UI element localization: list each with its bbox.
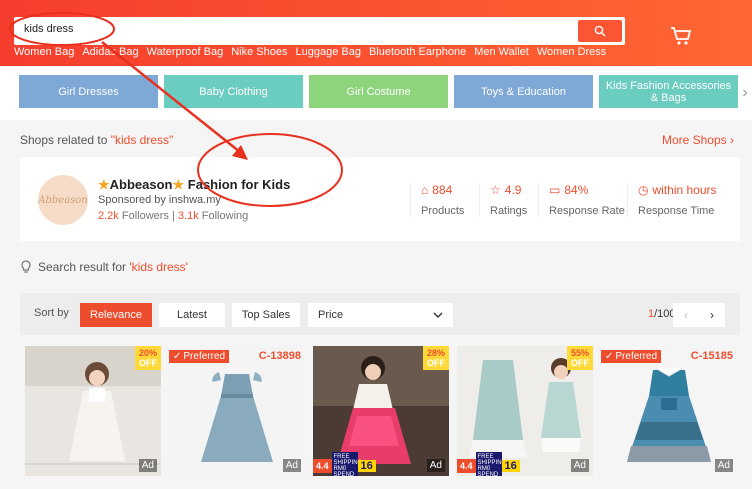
- product-card[interactable]: 55% OFF 4.4 FREE SHIPPING RM0 SPEND 16 Ad: [457, 346, 593, 476]
- product-card[interactable]: 28% OFF 4.4 FREE SHIPPING RM0 SPEND 16 Ad: [313, 346, 449, 476]
- preferred-badge: ✓ Preferred: [601, 350, 662, 363]
- product-image: [601, 346, 737, 476]
- stat-response-rate: ▭ 84% Response Rate: [538, 183, 625, 217]
- check-icon: ✓: [605, 351, 614, 362]
- hint-link[interactable]: Bluetooth Earphone: [369, 46, 466, 58]
- sort-bar: Sort by Relevance Latest Top Sales Price…: [20, 293, 740, 335]
- hint-link[interactable]: Nike Shoes: [231, 46, 287, 58]
- sort-latest-button[interactable]: Latest: [159, 303, 225, 327]
- clock-icon: ◷: [638, 183, 649, 197]
- shop-card[interactable]: Abbeason ★Abbeason★ Fashion for Kids Spo…: [20, 157, 740, 241]
- hint-link[interactable]: Women Bag: [14, 46, 74, 58]
- shop-name[interactable]: ★Abbeason★ Fashion for Kids: [98, 177, 290, 193]
- chevron-down-icon: [433, 312, 443, 318]
- sort-label: Sort by: [34, 307, 69, 319]
- star-icon: ★: [98, 177, 110, 192]
- product-card[interactable]: ✓ Preferred C-13898 Ad: [169, 346, 305, 476]
- ad-label: Ad: [426, 459, 445, 472]
- hint-link[interactable]: Luggage Bag: [296, 46, 361, 58]
- sponsored-text: Sponsored by inshwa.my: [98, 194, 221, 206]
- check-icon: ✓: [173, 351, 182, 362]
- chevron-right-icon: ›: [742, 84, 748, 101]
- chevron-right-icon: ›: [730, 133, 734, 147]
- lightbulb-icon: [21, 260, 31, 273]
- more-shops-link[interactable]: More Shops ›: [662, 133, 734, 147]
- prev-page-button[interactable]: ‹: [673, 303, 699, 327]
- discount-badge: 28% OFF: [423, 346, 449, 370]
- page-indicator: 1/100: [648, 308, 676, 320]
- search-result-heading: Search result for 'kids dress': [20, 260, 188, 274]
- search-input[interactable]: kids dress: [24, 23, 74, 35]
- search-hints: Women Bag Adidas Bag Waterproof Bag Nike…: [14, 46, 606, 58]
- hint-link[interactable]: Women Dress: [537, 46, 606, 58]
- search-button[interactable]: [578, 20, 622, 42]
- category-girl-dresses[interactable]: Girl Dresses: [19, 75, 158, 108]
- search-bar[interactable]: kids dress: [14, 17, 625, 45]
- stat-response-time: ◷ within hours Response Time: [627, 183, 717, 217]
- preferred-badge: ✓ Preferred: [169, 350, 230, 363]
- ad-label: Ad: [138, 459, 157, 472]
- next-page-button[interactable]: ›: [699, 303, 725, 327]
- ad-label: Ad: [714, 459, 733, 472]
- shop-followers: 2.2k Followers | 3.1k Following: [98, 210, 249, 222]
- category-baby-clothing[interactable]: Baby Clothing: [164, 75, 303, 108]
- sort-top-sales-button[interactable]: Top Sales: [232, 303, 300, 327]
- shop-avatar[interactable]: Abbeason: [38, 175, 88, 225]
- hint-link[interactable]: Waterproof Bag: [147, 46, 224, 58]
- category-next-button[interactable]: ›: [738, 66, 752, 120]
- hint-link[interactable]: Adidas Bag: [82, 46, 138, 58]
- cart-icon: [671, 27, 692, 45]
- shops-heading: Shops related to "kids dress": [20, 133, 174, 147]
- search-icon: [594, 25, 606, 37]
- stat-products: ⌂ 884 Products: [410, 183, 464, 217]
- star-icon: ★: [172, 177, 185, 192]
- cart-button[interactable]: [670, 26, 692, 51]
- chat-icon: ▭: [549, 183, 561, 197]
- discount-badge: 20% OFF: [135, 346, 161, 370]
- top-header: kids dress Women Bag Adidas Bag Waterpro…: [0, 0, 752, 66]
- discount-badge: 55% OFF: [567, 346, 593, 370]
- ad-label: Ad: [282, 459, 301, 472]
- category-toys-education[interactable]: Toys & Education: [454, 75, 593, 108]
- sort-price-select[interactable]: Price: [308, 303, 453, 327]
- product-code: C-13898: [258, 350, 301, 362]
- hint-link[interactable]: Men Wallet: [474, 46, 529, 58]
- ad-label: Ad: [570, 459, 589, 472]
- category-girl-costume[interactable]: Girl Costume: [309, 75, 448, 108]
- product-card[interactable]: ✓ Preferred C-15185 Ad: [601, 346, 737, 476]
- product-image: [169, 346, 305, 476]
- sort-relevance-button[interactable]: Relevance: [80, 303, 152, 327]
- product-grid: 20% OFF Ad ✓ Preferred C-13898 Ad 28% OFF 4…: [25, 346, 737, 476]
- star-outline-icon: ☆: [490, 183, 501, 197]
- shirt-icon: ⌂: [421, 183, 429, 197]
- product-card[interactable]: 20% OFF Ad: [25, 346, 161, 476]
- stat-ratings: ☆ 4.9 Ratings: [479, 183, 527, 217]
- category-kids-fashion-accessories[interactable]: Kids Fashion Accessories & Bags: [599, 75, 738, 108]
- promo-banner: 4.4 FREE SHIPPING RM0 SPEND 16: [457, 452, 520, 476]
- promo-banner: 4.4 FREE SHIPPING RM0 SPEND 16: [313, 452, 376, 476]
- product-code: C-15185: [690, 350, 733, 362]
- category-bar: Girl Dresses Baby Clothing Girl Costume …: [0, 66, 752, 120]
